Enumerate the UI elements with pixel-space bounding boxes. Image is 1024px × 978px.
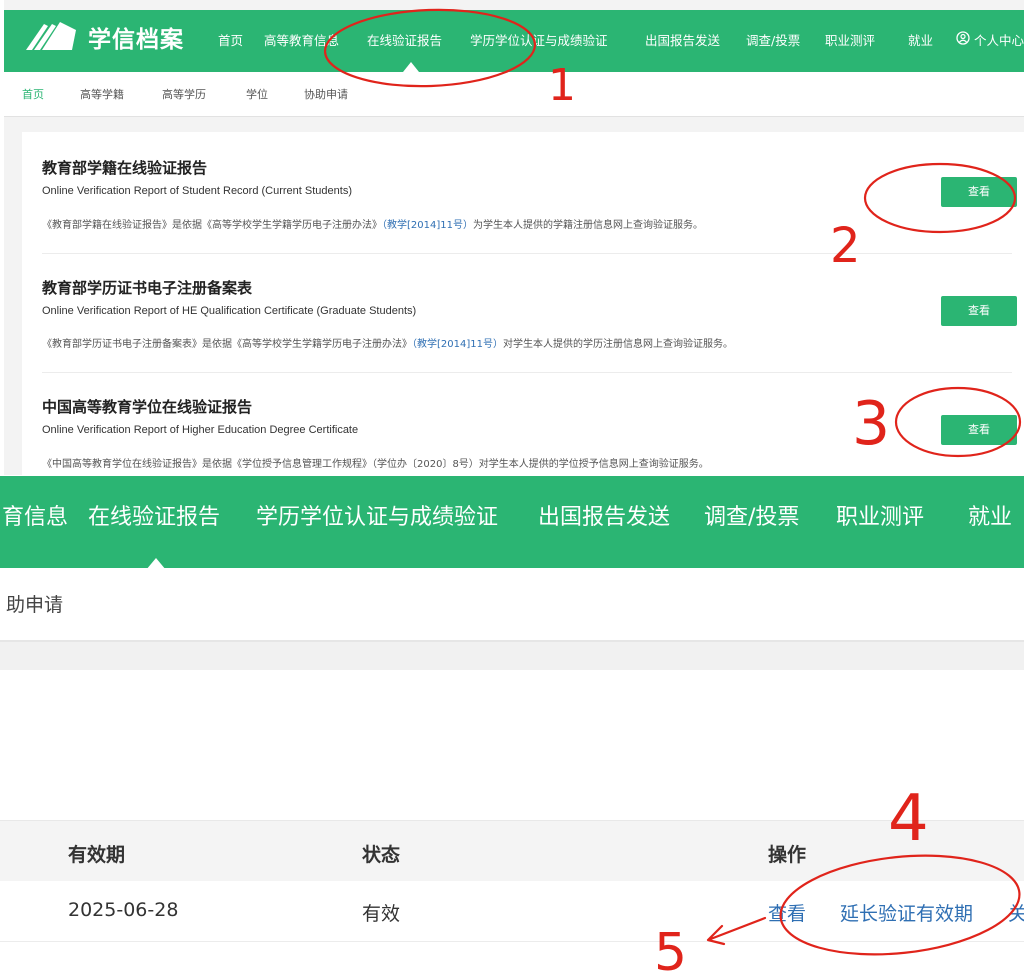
column-header-expiry: 有效期	[68, 844, 126, 866]
subnav-student-record[interactable]: 高等学籍	[80, 86, 124, 102]
nav-survey-vote[interactable]: 调查/投票	[746, 30, 800, 49]
card-en-qualification: Online Verification Report of HE Qualifi…	[42, 305, 417, 317]
view-button-qualification[interactable]: 查看	[941, 296, 1017, 326]
nav-degree-certification[interactable]: 学历学位认证与成绩验证	[470, 30, 608, 49]
nav-overseas-report[interactable]: 出国报告发送	[645, 30, 720, 49]
regulation-link[interactable]: （教学[2014]11号）	[382, 220, 473, 231]
divider	[42, 253, 1012, 254]
nav-active-indicator	[403, 62, 419, 72]
cell-status: 有效	[362, 903, 401, 925]
view-button-degree[interactable]: 查看	[941, 415, 1017, 445]
zoom-nav-career-test[interactable]: 职业测评	[836, 499, 924, 531]
view-button-student-record[interactable]: 查看	[941, 177, 1017, 207]
nav-career-test[interactable]: 职业测评	[825, 30, 875, 49]
logo-book-icon	[26, 22, 76, 50]
zoom-nav-degree-certification[interactable]: 学历学位认证与成绩验证	[256, 499, 498, 531]
card-title-degree: 中国高等教育学位在线验证报告	[42, 398, 253, 416]
user-circle-icon[interactable]	[956, 31, 970, 45]
divider	[42, 372, 1012, 373]
card-desc-degree: 《中国高等教育学位在线验证报告》是依据《学位授予信息管理工作规程》（学位办〔20…	[42, 459, 709, 470]
zoom-nav-employment[interactable]: 就业	[968, 499, 1012, 531]
subnav-qualification[interactable]: 高等学历	[162, 86, 206, 102]
regulation-link[interactable]: （教学[2014]11号）	[412, 339, 503, 350]
zoom-nav-online-verification-report[interactable]: 在线验证报告	[88, 499, 220, 531]
column-header-status: 状态	[362, 844, 401, 866]
zoom-nav-higher-education-info[interactable]: 育信息	[2, 499, 68, 531]
card-en-degree: Online Verification Report of Higher Edu…	[42, 424, 359, 436]
cell-expiry-date: 2025-06-28	[68, 899, 179, 921]
nav-employment[interactable]: 就业	[908, 30, 933, 49]
zoom-nav-overseas-report[interactable]: 出国报告发送	[538, 499, 670, 531]
nav-home[interactable]: 首页	[218, 30, 243, 49]
logo-text[interactable]: 学信档案	[88, 20, 184, 54]
zoom-nav-survey-vote[interactable]: 调查/投票	[704, 499, 799, 531]
action-close-link[interactable]: 关	[1008, 899, 1024, 926]
card-title-qualification: 教育部学历证书电子注册备案表	[42, 279, 253, 297]
card-desc-qualification: 《教育部学历证书电子注册备案表》是依据《高等学校学生学籍学历电子注册办法》（教学…	[42, 339, 733, 350]
subnav-degree[interactable]: 学位	[246, 86, 268, 102]
sub-nav-bar	[4, 72, 1024, 117]
action-extend-validity-link[interactable]: 延长验证有效期	[840, 899, 973, 926]
card-desc-student-record: 《教育部学籍在线验证报告》是依据《高等学校学生学籍学历电子注册办法》（教学[20…	[42, 220, 703, 231]
zoom-subnav-assist-apply[interactable]: 助申请	[6, 590, 63, 617]
card-en-student-record: Online Verification Report of Student Re…	[42, 185, 352, 197]
top-screenshot: 学信档案 首页 高等教育信息 在线验证报告 学历学位认证与成绩验证 出国报告发送…	[4, 0, 1024, 475]
column-header-actions: 操作	[768, 844, 807, 866]
nav-personal-center[interactable]: 个人中心	[974, 30, 1024, 49]
zoomed-sub-nav	[0, 568, 1024, 642]
grey-band	[0, 642, 1024, 670]
nav-online-verification-report[interactable]: 在线验证报告	[367, 30, 442, 49]
subnav-assist-apply[interactable]: 协助申请	[304, 86, 348, 102]
action-view-link[interactable]: 查看	[768, 899, 806, 926]
table-header-row	[0, 820, 1024, 882]
subnav-home[interactable]: 首页	[22, 86, 44, 102]
nav-higher-education-info[interactable]: 高等教育信息	[264, 30, 339, 49]
card-title-student-record: 教育部学籍在线验证报告	[42, 159, 208, 177]
